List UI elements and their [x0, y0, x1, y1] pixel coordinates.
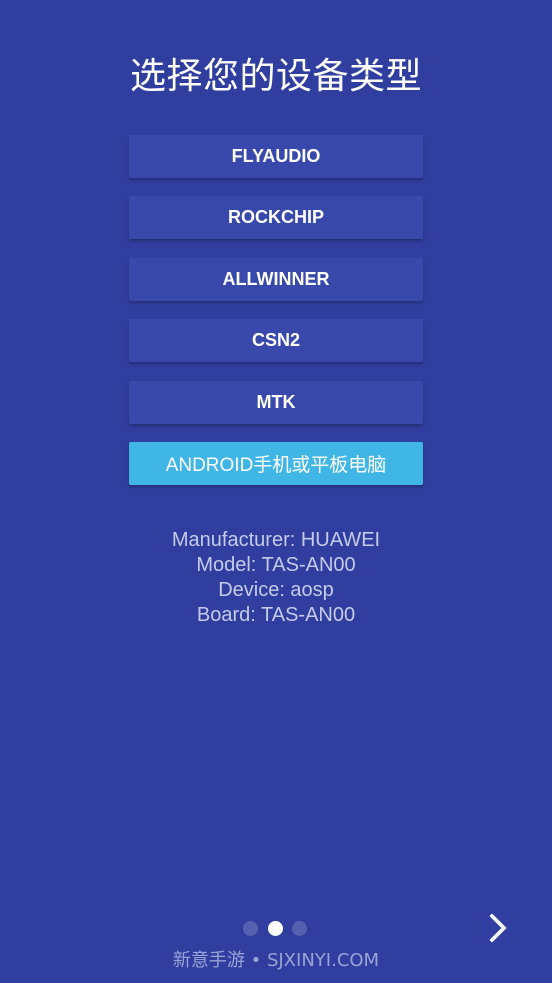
next-button[interactable]: [474, 905, 520, 951]
board-text: Board: TAS-AN00: [196, 604, 356, 626]
device-button-flyaudio[interactable]: FLYAUDIO: [129, 135, 423, 178]
device-type-screen: { "colors": { "background": "#303F9F", "…: [0, 0, 552, 983]
device-button-android[interactable]: ANDROID手机或平板电脑: [129, 441, 423, 485]
page-dot: [292, 921, 307, 936]
model-text: Model: TAS-AN00: [196, 554, 356, 576]
chevron-right-icon: [489, 913, 507, 943]
device-button-mtk[interactable]: MTK: [129, 380, 423, 424]
device-info: Manufacturer: HUAWEI Model: TAS-AN00 Dev…: [0, 528, 552, 628]
device-button-rockchip[interactable]: ROCKCHIP: [129, 196, 423, 240]
device-button-csn2[interactable]: CSN2: [129, 319, 423, 363]
page-indicator: [243, 921, 307, 936]
device-button-allwinner[interactable]: ALLWINNER: [129, 257, 423, 301]
page-dot: [243, 921, 258, 936]
device-type-list: FLYAUDIO ROCKCHIP ALLWINNER CSN2 MTK AND…: [129, 135, 423, 503]
device-text: Device: aosp: [218, 579, 334, 601]
page-title: 选择您的设备类型: [129, 56, 422, 97]
page-dot: [267, 921, 283, 936]
manufacturer-text: Manufacturer: HUAWEI: [171, 529, 381, 551]
watermark: 新意手游 • SJXINYI.COM: [172, 950, 380, 971]
